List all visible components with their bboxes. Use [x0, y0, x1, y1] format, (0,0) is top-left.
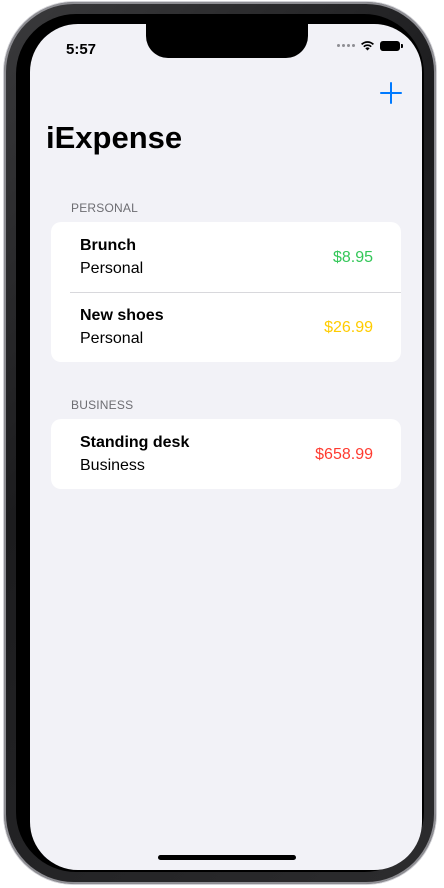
page-title: iExpense [46, 120, 183, 155]
add-expense-button[interactable] [378, 80, 404, 106]
expense-amount: $26.99 [324, 319, 373, 336]
section-card-business: Standing desk Business $658.99 [51, 419, 401, 489]
expense-name: New shoes [80, 307, 164, 324]
expense-name: Brunch [80, 237, 136, 254]
phone-frame: 5:57 iExpense PERSONAL Brunch Personal $… [4, 2, 436, 884]
wifi-icon [361, 41, 374, 51]
screen: 5:57 iExpense PERSONAL Brunch Personal $… [30, 24, 422, 870]
section-header-personal: PERSONAL [71, 201, 138, 215]
expense-type: Personal [80, 260, 144, 277]
battery-icon [380, 40, 403, 51]
expense-amount: $658.99 [315, 446, 373, 463]
home-indicator[interactable] [158, 855, 296, 860]
expense-type: Personal [80, 330, 144, 347]
plus-icon [380, 82, 402, 104]
expense-type: Business [80, 457, 145, 474]
section-card-personal: Brunch Personal $8.95 New shoes Personal… [51, 222, 401, 362]
expense-name: Standing desk [80, 434, 190, 451]
list-item[interactable]: Standing desk Business $658.99 [51, 419, 401, 489]
notch [146, 24, 308, 58]
status-time: 5:57 [66, 41, 97, 58]
list-item[interactable]: Brunch Personal $8.95 [51, 222, 401, 292]
section-header-business: BUSINESS [71, 398, 134, 412]
list-item[interactable]: New shoes Personal $26.99 [51, 292, 401, 362]
signal-icon [337, 44, 355, 47]
expense-amount: $8.95 [332, 249, 373, 266]
status-indicators [337, 40, 403, 51]
